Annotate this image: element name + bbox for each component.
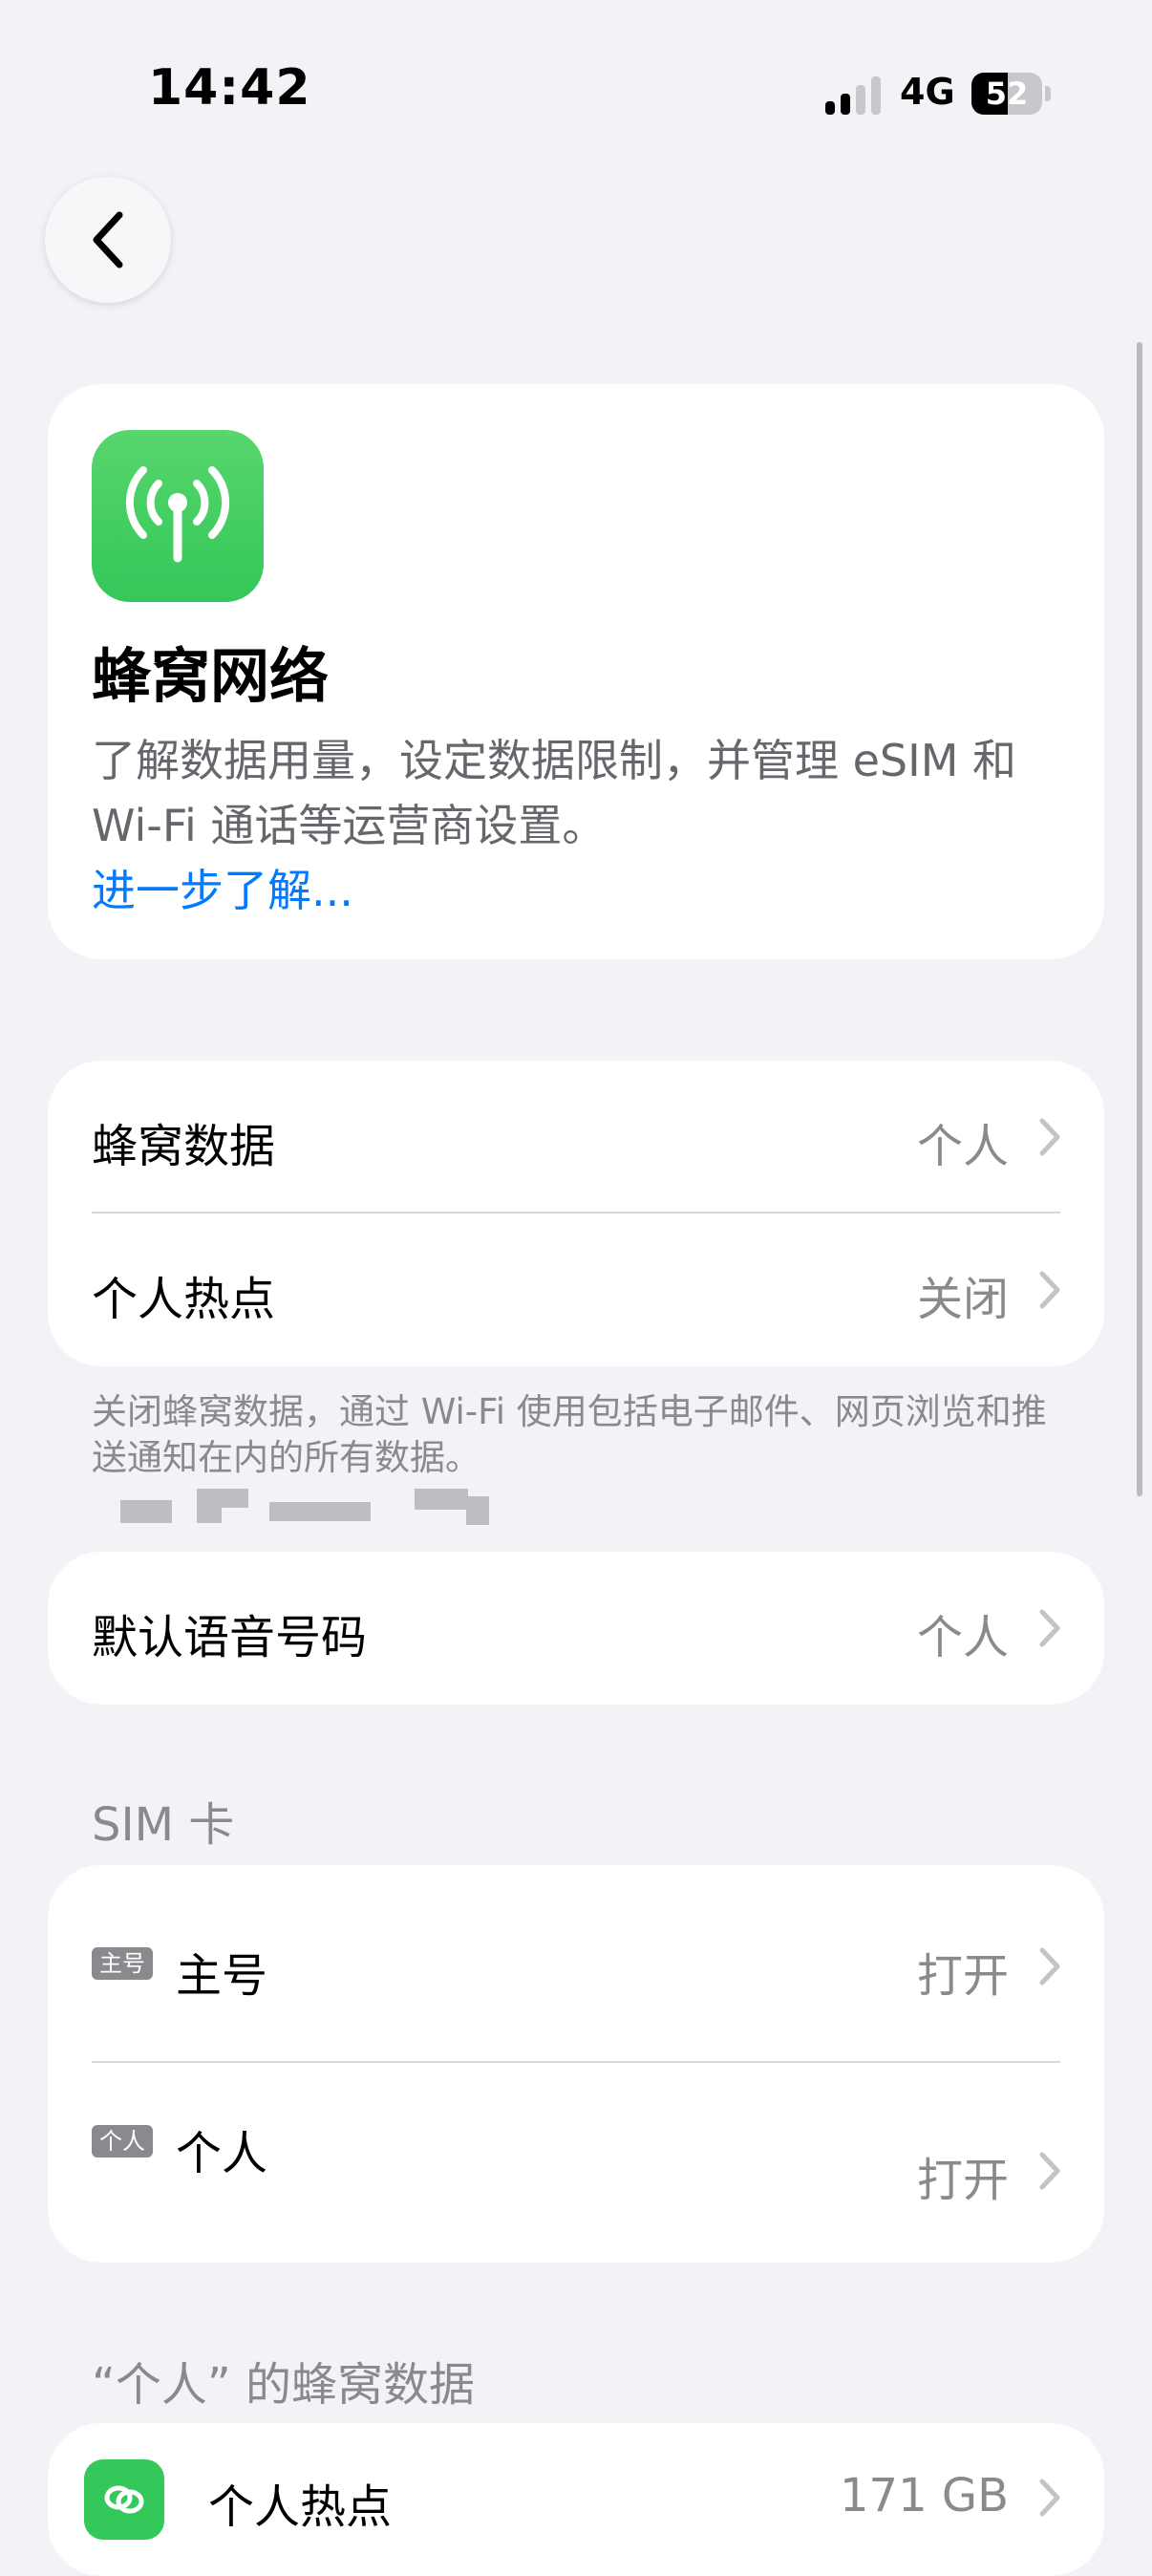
antenna-icon [92,430,264,602]
learn-more-link[interactable]: 进一步了解... [92,858,353,923]
sim-tag-personal: 个人 [92,2125,153,2157]
sim-row-primary[interactable]: 主号 主号 打开 [48,1865,1104,2062]
page-title: 蜂窝网络 [92,641,330,711]
chevron-right-icon [1039,2479,1060,2517]
cellular-settings-group: 蜂窝数据 个人 个人热点 关闭 [48,1061,1104,1366]
battery-percent: 52 [985,75,1029,112]
battery-cap [1045,86,1051,101]
personal-hotspot-row[interactable]: 个人热点 关闭 [48,1213,1104,1366]
page-description: 了解数据用量，设定数据限制，并管理 eSIM 和 Wi‑Fi 通话等运营商设置。 [92,735,1016,851]
redacted-phone-number [75,1475,495,1533]
link-icon [84,2459,164,2540]
battery-icon: 52 [971,73,1042,115]
status-bar: 14:42 4G 52 [0,0,1152,182]
usage-section-header: “个人” 的蜂窝数据 [92,2358,475,2412]
default-voice-value: 个人 [916,1611,1009,1664]
sim-value-primary: 打开 [916,1949,1009,2003]
sim-label-primary: 主号 [176,1949,268,2003]
default-voice-label: 默认语音号码 [92,1611,368,1664]
sim-row-personal[interactable]: 个人 个人 打开 [48,2064,1104,2263]
status-time: 14:42 [148,59,311,117]
cellular-data-value: 个人 [916,1120,1009,1173]
cellular-footnote: 关闭蜂窝数据，通过 Wi‑Fi 使用包括电子邮件、网页浏览和推送通知在内的所有数… [92,1391,1047,1478]
sim-tag-primary: 主号 [92,1947,153,1980]
chevron-right-icon [1039,1271,1060,1309]
sim-label-personal: 个人 [176,2127,268,2180]
usage-row-hotspot[interactable]: 个人热点 171 GB [48,2423,1104,2576]
sim-section-header: SIM 卡 [92,1798,235,1852]
chevron-right-icon [1039,1947,1060,1986]
default-voice-row[interactable]: 默认语音号码 个人 [48,1552,1104,1705]
row-divider [92,2061,1060,2063]
chevron-left-icon [93,211,123,268]
network-type: 4G [900,71,955,113]
cellular-data-label: 蜂窝数据 [92,1120,276,1173]
usage-value-hotspot: 171 GB [840,2469,1009,2522]
back-button[interactable] [45,177,171,303]
chevron-right-icon [1039,2152,1060,2190]
cellular-data-row[interactable]: 蜂窝数据 个人 [48,1061,1104,1213]
signal-strength-icon [825,76,881,115]
sim-list: 主号 主号 打开 个人 个人 打开 [48,1865,1104,2263]
chevron-right-icon [1039,1609,1060,1647]
chevron-right-icon [1039,1118,1060,1156]
sim-value-personal: 打开 [916,2154,1009,2207]
cellular-info-card: 蜂窝网络 了解数据用量，设定数据限制，并管理 eSIM 和 Wi‑Fi 通话等运… [48,384,1104,959]
scrollbar[interactable] [1137,342,1142,1496]
usage-list: 个人热点 171 GB [48,2423,1104,2576]
personal-hotspot-value: 关闭 [916,1273,1009,1326]
personal-hotspot-label: 个人热点 [92,1273,276,1326]
default-voice-group: 默认语音号码 个人 [48,1552,1104,1705]
usage-label-hotspot: 个人热点 [208,2480,393,2534]
